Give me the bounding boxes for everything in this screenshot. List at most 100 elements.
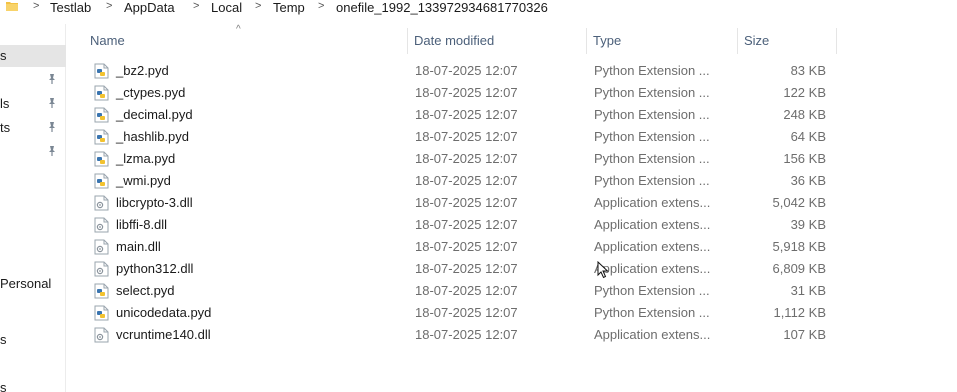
file-row[interactable]: _wmi.pyd 18-07-2025 12:07 Python Extension…: [84, 170, 844, 192]
file-row[interactable]: python312.dll 18-07-2025 12:07 Application…: [84, 258, 844, 280]
file-name[interactable]: _lzma.pyd: [116, 151, 175, 166]
file-size: 64 KB: [790, 129, 826, 144]
file-size: 31 KB: [790, 283, 826, 298]
file-row[interactable]: vcruntime140.dll 18-07-2025 12:07 Applicat…: [84, 324, 844, 346]
file-date-modified: 18-07-2025 12:07: [415, 107, 518, 122]
pin-icon[interactable]: [46, 73, 58, 85]
file-type: Application extens...: [594, 195, 711, 210]
pin-icon[interactable]: [46, 97, 58, 109]
dll-file-icon: [94, 217, 109, 233]
file-row[interactable]: main.dll 18-07-2025 12:07 Application exte…: [84, 236, 844, 258]
file-date-modified: 18-07-2025 12:07: [415, 173, 518, 188]
nav-item-pinned[interactable]: [0, 69, 66, 91]
column-header-label: Date modified: [414, 33, 495, 48]
file-size: 83 KB: [790, 63, 826, 78]
file-type: Application extens...: [594, 239, 711, 254]
column-header-size[interactable]: Size: [738, 28, 836, 54]
breadcrumb-appdata[interactable]: AppData: [124, 0, 175, 15]
address-bar[interactable]: > Testlab > AppData > Local > Temp > one…: [0, 0, 957, 18]
breadcrumb-separator[interactable]: >: [318, 0, 324, 12]
column-header-label: Size: [744, 33, 770, 48]
python-file-icon: [94, 305, 109, 321]
nav-item-selected[interactable]: s: [0, 45, 66, 67]
file-size: 36 KB: [790, 173, 826, 188]
breadcrumb-separator[interactable]: >: [106, 0, 112, 12]
breadcrumb-current-folder[interactable]: onefile_1992_133972934681770326: [336, 0, 548, 15]
file-date-modified: 18-07-2025 12:07: [415, 327, 518, 342]
file-size: 248 KB: [783, 107, 826, 122]
file-date-modified: 18-07-2025 12:07: [415, 195, 518, 210]
dll-file-icon: [94, 327, 109, 343]
file-name[interactable]: select.pyd: [116, 283, 175, 298]
file-name[interactable]: _bz2.pyd: [116, 63, 169, 78]
python-file-icon: [94, 283, 109, 299]
nav-item-personal[interactable]: Personal: [0, 273, 66, 295]
file-name[interactable]: libcrypto-3.dll: [116, 195, 193, 210]
nav-item-pinned[interactable]: [0, 141, 66, 163]
file-size: 1,112 KB: [773, 305, 826, 320]
file-row[interactable]: unicodedata.pyd 18-07-2025 12:07 Python Ex…: [84, 302, 844, 324]
file-date-modified: 18-07-2025 12:07: [415, 261, 518, 276]
file-date-modified: 18-07-2025 12:07: [415, 151, 518, 166]
file-type: Python Extension ...: [594, 63, 710, 78]
file-row[interactable]: _lzma.pyd 18-07-2025 12:07 Python Extensio…: [84, 148, 844, 170]
file-size: 5,042 KB: [772, 195, 827, 210]
breadcrumb-testlab[interactable]: Testlab: [50, 0, 91, 15]
dll-file-icon: [94, 239, 109, 255]
file-type: Python Extension ...: [594, 107, 710, 122]
navigation-pane: s ls ts Personal s s: [0, 24, 66, 392]
file-name[interactable]: _wmi.pyd: [116, 173, 171, 188]
file-date-modified: 18-07-2025 12:07: [415, 63, 518, 78]
file-row[interactable]: libcrypto-3.dll 18-07-2025 12:07 Applicati…: [84, 192, 844, 214]
breadcrumb-local[interactable]: Local: [211, 0, 242, 15]
nav-item[interactable]: s: [0, 377, 66, 392]
nav-item-label: Personal: [0, 276, 52, 291]
python-file-icon: [94, 85, 109, 101]
file-row[interactable]: _decimal.pyd 18-07-2025 12:07 Python Exten…: [84, 104, 844, 126]
file-name[interactable]: _hashlib.pyd: [116, 129, 189, 144]
pin-icon[interactable]: [46, 145, 58, 157]
file-name[interactable]: main.dll: [116, 239, 161, 254]
nav-item[interactable]: s: [0, 329, 66, 351]
file-size: 5,918 KB: [772, 239, 827, 254]
nav-item-pinned[interactable]: ls: [0, 93, 66, 115]
python-file-icon: [94, 129, 109, 145]
file-name[interactable]: vcruntime140.dll: [116, 327, 211, 342]
file-row[interactable]: _hashlib.pyd 18-07-2025 12:07 Python Exten…: [84, 126, 844, 148]
file-list: _bz2.pyd 18-07-2025 12:07 Python Extension…: [84, 60, 844, 346]
file-date-modified: 18-07-2025 12:07: [415, 85, 518, 100]
breadcrumb-temp[interactable]: Temp: [273, 0, 305, 15]
file-name[interactable]: _decimal.pyd: [116, 107, 193, 122]
column-divider[interactable]: [836, 28, 837, 54]
breadcrumb-separator[interactable]: >: [193, 0, 199, 12]
file-name[interactable]: unicodedata.pyd: [116, 305, 211, 320]
column-header-name[interactable]: Name: [84, 28, 407, 54]
breadcrumb-separator[interactable]: >: [255, 0, 261, 12]
file-name[interactable]: _ctypes.pyd: [116, 85, 185, 100]
file-type: Application extens...: [594, 217, 711, 232]
dll-file-icon: [94, 195, 109, 211]
python-file-icon: [94, 173, 109, 189]
pin-icon[interactable]: [46, 121, 58, 133]
column-header-date-modified[interactable]: Date modified: [408, 28, 586, 54]
file-type: Python Extension ...: [594, 305, 710, 320]
file-type: Python Extension ...: [594, 85, 710, 100]
file-name[interactable]: libffi-8.dll: [116, 217, 167, 232]
column-header-type[interactable]: Type: [587, 28, 737, 54]
column-header-label: Name: [90, 33, 125, 48]
file-date-modified: 18-07-2025 12:07: [415, 283, 518, 298]
file-type: Python Extension ...: [594, 173, 710, 188]
file-date-modified: 18-07-2025 12:07: [415, 217, 518, 232]
file-name[interactable]: python312.dll: [116, 261, 193, 276]
nav-item-pinned[interactable]: ts: [0, 117, 66, 139]
file-row[interactable]: select.pyd 18-07-2025 12:07 Python Extensi…: [84, 280, 844, 302]
python-file-icon: [94, 151, 109, 167]
file-type: Application extens...: [594, 261, 711, 276]
file-date-modified: 18-07-2025 12:07: [415, 239, 518, 254]
file-row[interactable]: _ctypes.pyd 18-07-2025 12:07 Python Extens…: [84, 82, 844, 104]
file-type: Python Extension ...: [594, 283, 710, 298]
python-file-icon: [94, 107, 109, 123]
file-row[interactable]: _bz2.pyd 18-07-2025 12:07 Python Extension…: [84, 60, 844, 82]
breadcrumb-separator[interactable]: >: [33, 0, 39, 12]
file-row[interactable]: libffi-8.dll 18-07-2025 12:07 Application …: [84, 214, 844, 236]
